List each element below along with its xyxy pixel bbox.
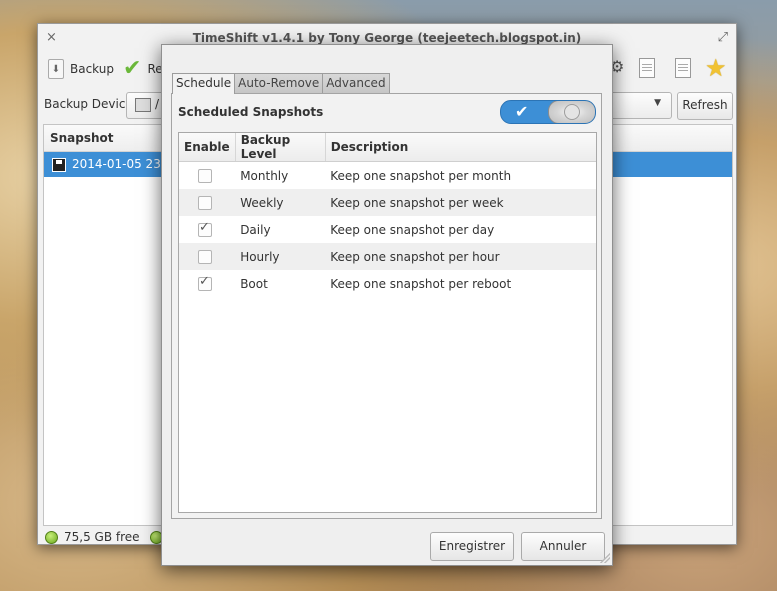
document-icon[interactable] bbox=[639, 58, 655, 78]
tab-bar: Schedule Auto-Remove Advanced bbox=[172, 73, 390, 94]
table-row[interactable]: Hourly Keep one snapshot per hour bbox=[179, 243, 596, 270]
backup-level-cell: Daily bbox=[240, 222, 271, 237]
enable-cell bbox=[179, 216, 235, 243]
checkmark-icon: ✔ bbox=[123, 56, 142, 81]
tab-advanced[interactable]: Advanced bbox=[322, 73, 390, 93]
free-space-text: 75,5 GB free bbox=[64, 530, 140, 544]
section-title: Scheduled Snapshots bbox=[178, 105, 324, 119]
snapshot-label: 2014-01-05 23:4 bbox=[72, 157, 173, 171]
enable-checkbox[interactable] bbox=[198, 168, 212, 183]
maximize-icon[interactable]: ⤢ bbox=[718, 24, 728, 52]
tab-schedule[interactable]: Schedule bbox=[172, 73, 236, 94]
description-cell: Keep one snapshot per day bbox=[330, 222, 495, 237]
document-icon[interactable] bbox=[675, 58, 691, 78]
backup-level-cell: Monthly bbox=[240, 168, 289, 183]
table-row[interactable]: Daily Keep one snapshot per day bbox=[179, 216, 596, 243]
backup-label: Backup bbox=[70, 62, 114, 76]
column-header-description[interactable]: Description bbox=[325, 133, 596, 162]
table-row[interactable]: Boot Keep one snapshot per reboot bbox=[179, 270, 596, 297]
floppy-disk-icon bbox=[52, 157, 66, 172]
column-header-backup-level[interactable]: Backup Level bbox=[235, 133, 326, 162]
resize-grip-icon[interactable] bbox=[600, 553, 610, 563]
enable-cell bbox=[179, 162, 235, 190]
restore-button[interactable]: ✔ Re bbox=[123, 55, 163, 83]
enable-cell bbox=[179, 243, 236, 270]
backup-level-cell: Weekly bbox=[235, 189, 326, 216]
backup-device-label: Backup Device bbox=[44, 97, 133, 111]
enable-checkbox[interactable] bbox=[198, 220, 212, 237]
backup-button[interactable]: ⬇ Backup bbox=[48, 55, 114, 83]
description-cell: Keep one snapshot per reboot bbox=[330, 276, 512, 291]
enable-cell bbox=[179, 270, 235, 297]
schedule-toggle-switch[interactable]: ✔ bbox=[500, 100, 596, 124]
check-icon: ✔ bbox=[515, 102, 529, 121]
backup-level-cell: Hourly bbox=[235, 243, 326, 270]
description-cell: Keep one snapshot per month bbox=[330, 168, 512, 183]
drive-icon bbox=[135, 98, 151, 112]
dropdown-arrow-icon: ▼ bbox=[654, 98, 661, 108]
enable-checkbox[interactable] bbox=[198, 274, 212, 291]
refresh-button[interactable]: Refresh bbox=[677, 92, 733, 120]
download-icon: ⬇ bbox=[48, 59, 64, 79]
enable-cell bbox=[179, 189, 236, 216]
star-icon[interactable]: ★ bbox=[705, 54, 727, 82]
schedule-panel: Scheduled Snapshots ✔ Enable Backup Leve… bbox=[171, 93, 602, 519]
cancel-button[interactable]: Annuler bbox=[521, 532, 605, 561]
settings-dialog: Schedule Auto-Remove Advanced Scheduled … bbox=[161, 44, 613, 566]
tab-auto-remove[interactable]: Auto-Remove bbox=[234, 73, 324, 93]
window-title: TimeShift v1.4.1 by Tony George (teejeet… bbox=[192, 31, 582, 45]
table-row[interactable]: Weekly Keep one snapshot per week bbox=[179, 189, 596, 216]
backup-level-cell: Boot bbox=[240, 276, 268, 291]
enable-checkbox[interactable] bbox=[198, 195, 212, 210]
close-icon[interactable]: × bbox=[46, 24, 57, 52]
device-value: / bbox=[155, 97, 160, 111]
toggle-knob[interactable] bbox=[548, 101, 595, 123]
description-cell: Keep one snapshot per week bbox=[325, 189, 596, 216]
column-header-enable[interactable]: Enable bbox=[179, 133, 236, 162]
table-row[interactable]: Monthly Keep one snapshot per month bbox=[179, 162, 596, 190]
status-led-icon bbox=[45, 530, 58, 544]
enable-checkbox[interactable] bbox=[198, 249, 212, 264]
schedule-table: Enable Backup Level Description Monthly K… bbox=[178, 132, 597, 513]
description-cell: Keep one snapshot per hour bbox=[325, 243, 596, 270]
save-button[interactable]: Enregistrer bbox=[430, 532, 514, 561]
